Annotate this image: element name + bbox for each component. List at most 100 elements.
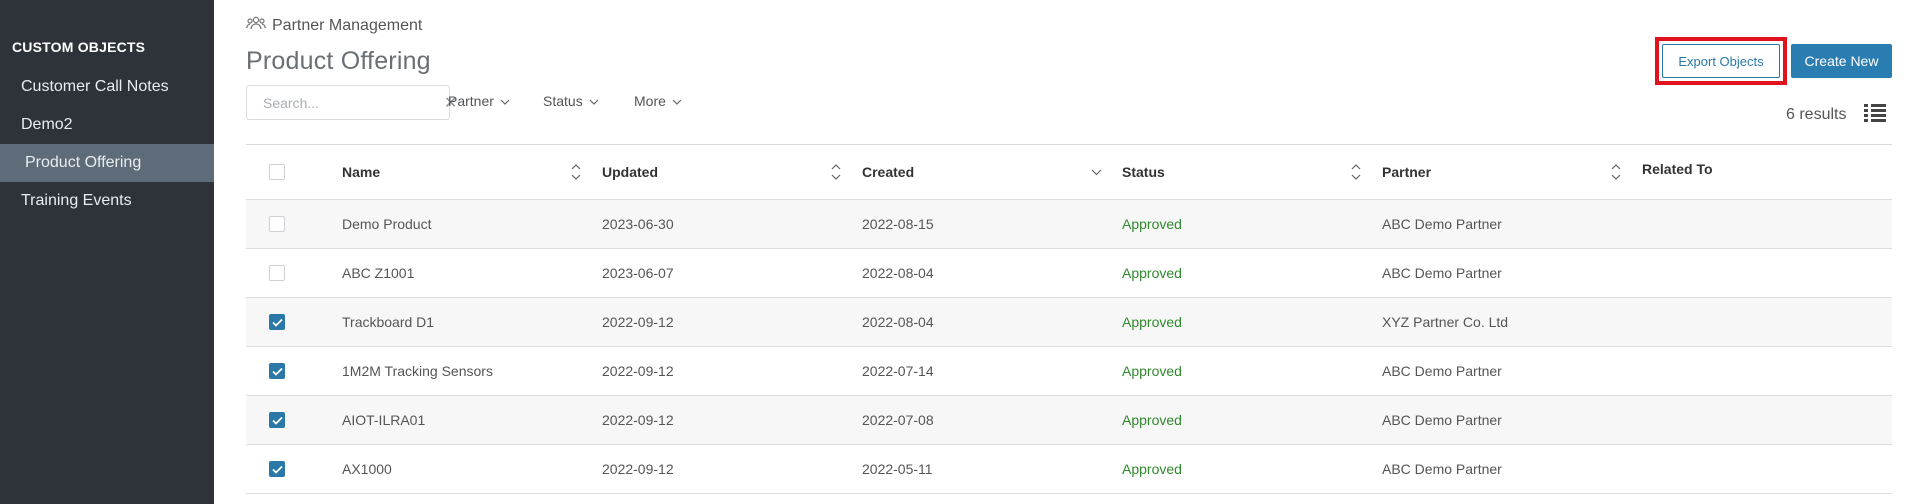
cell-name[interactable]: Demo Product xyxy=(342,200,602,248)
sort-icon[interactable] xyxy=(830,161,842,183)
sidebar-item-demo2[interactable]: Demo2 xyxy=(0,106,214,144)
users-icon xyxy=(246,15,266,36)
cell-updated: 2022-09-12 xyxy=(602,314,674,330)
sort-icon[interactable] xyxy=(1350,161,1362,183)
checkmark-icon xyxy=(271,465,283,474)
cell-updated: 2022-09-12 xyxy=(602,363,674,379)
filter-partner[interactable]: Partner xyxy=(448,93,510,109)
table-row[interactable]: AIOT-ILRA01 2022-09-12 2022-07-08 Approv… xyxy=(246,396,1892,445)
column-header-status[interactable]: Status xyxy=(1122,145,1382,199)
create-new-button[interactable]: Create New xyxy=(1791,44,1892,78)
cell-related-to xyxy=(1642,298,1892,346)
cell-related-to xyxy=(1642,249,1892,297)
row-checkbox-cell xyxy=(246,445,342,493)
table-row[interactable]: ABC Z1001 2023-06-07 2022-08-04 Approved… xyxy=(246,249,1892,298)
cell-status: Approved xyxy=(1122,363,1182,379)
row-checkbox-cell xyxy=(246,298,342,346)
row-checkbox[interactable] xyxy=(269,461,285,477)
main-content: Partner Management Product Offering Expo… xyxy=(214,0,1916,504)
column-header-label: Created xyxy=(862,164,915,180)
cell-created: 2022-07-08 xyxy=(862,412,934,428)
row-checkbox[interactable] xyxy=(269,265,285,281)
checkmark-icon xyxy=(271,367,283,376)
export-objects-button[interactable]: Export Objects xyxy=(1662,44,1780,78)
sort-icon[interactable] xyxy=(1610,161,1622,183)
cell-partner: XYZ Partner Co. Ltd xyxy=(1382,314,1509,330)
header-checkbox-cell xyxy=(246,145,342,199)
row-checkbox-cell xyxy=(246,249,342,297)
cell-name[interactable]: AX1000 xyxy=(342,445,602,493)
sort-icon[interactable] xyxy=(570,161,582,183)
table-header-row: Name Updated Created Status Partner Rela… xyxy=(246,145,1892,200)
sidebar-heading: CUSTOM OBJECTS xyxy=(12,39,146,55)
cell-updated: 2023-06-07 xyxy=(602,265,674,281)
page-title: Product Offering xyxy=(246,47,431,75)
cell-updated: 2022-09-12 xyxy=(602,461,674,477)
column-header-name[interactable]: Name xyxy=(342,145,602,199)
cell-partner: ABC Demo Partner xyxy=(1382,216,1502,232)
sidebar: CUSTOM OBJECTS Customer Call Notes Demo2… xyxy=(0,0,214,504)
cell-name[interactable]: 1M2M Tracking Sensors xyxy=(342,347,602,395)
row-checkbox[interactable] xyxy=(269,314,285,330)
cell-created: 2022-08-04 xyxy=(862,265,934,281)
column-header-label: Related To xyxy=(1642,161,1713,177)
cell-partner: ABC Demo Partner xyxy=(1382,412,1502,428)
sort-descending-icon[interactable] xyxy=(1091,168,1102,176)
column-header-related-to: Related To xyxy=(1642,145,1892,199)
row-checkbox-cell xyxy=(246,396,342,444)
cell-updated: 2023-06-30 xyxy=(602,216,674,232)
cell-status: Approved xyxy=(1122,265,1182,281)
column-header-label: Partner xyxy=(1382,164,1432,180)
search-box: ✕ xyxy=(246,85,457,120)
list-view-icon[interactable] xyxy=(1864,103,1886,123)
cell-created: 2022-08-15 xyxy=(862,216,934,232)
filter-more[interactable]: More xyxy=(634,93,682,109)
cell-partner: ABC Demo Partner xyxy=(1382,363,1502,379)
select-all-checkbox[interactable] xyxy=(269,164,285,180)
row-checkbox-cell xyxy=(246,347,342,395)
column-header-label: Updated xyxy=(602,164,658,180)
sidebar-item-product-offering[interactable]: Product Offering xyxy=(0,144,214,182)
breadcrumb-label: Partner Management xyxy=(272,16,423,34)
chevron-down-icon xyxy=(589,93,599,109)
checkmark-icon xyxy=(271,416,283,425)
cell-name[interactable]: ABC Z1001 xyxy=(342,249,602,297)
column-header-updated[interactable]: Updated xyxy=(602,145,862,199)
table-row[interactable]: AX1000 2022-09-12 2022-05-11 Approved AB… xyxy=(246,445,1892,494)
cell-created: 2022-08-04 xyxy=(862,314,934,330)
row-checkbox[interactable] xyxy=(269,412,285,428)
cell-created: 2022-05-11 xyxy=(862,461,933,477)
cell-partner: ABC Demo Partner xyxy=(1382,461,1502,477)
table-row[interactable]: Demo Product 2023-06-30 2022-08-15 Appro… xyxy=(246,200,1892,249)
results-count: 6 results xyxy=(1786,106,1847,123)
row-checkbox-cell xyxy=(246,200,342,248)
sidebar-item-customer-call-notes[interactable]: Customer Call Notes xyxy=(0,68,214,106)
chevron-down-icon xyxy=(500,93,510,109)
cell-status: Approved xyxy=(1122,216,1182,232)
column-header-label: Status xyxy=(1122,164,1165,180)
search-input[interactable] xyxy=(263,94,444,111)
cell-status: Approved xyxy=(1122,412,1182,428)
cell-related-to xyxy=(1642,445,1892,493)
filter-status[interactable]: Status xyxy=(543,93,599,109)
chevron-down-icon xyxy=(672,93,682,109)
cell-partner: ABC Demo Partner xyxy=(1382,265,1502,281)
cell-related-to xyxy=(1642,347,1892,395)
cell-related-to xyxy=(1642,396,1892,444)
table-row[interactable]: Trackboard D1 2022-09-12 2022-08-04 Appr… xyxy=(246,298,1892,347)
row-checkbox[interactable] xyxy=(269,363,285,379)
sidebar-item-training-events[interactable]: Training Events xyxy=(0,182,214,220)
cell-name[interactable]: AIOT-ILRA01 xyxy=(342,396,602,444)
cell-name[interactable]: Trackboard D1 xyxy=(342,298,602,346)
cell-status: Approved xyxy=(1122,461,1182,477)
breadcrumb[interactable]: Partner Management xyxy=(246,15,422,36)
column-header-created[interactable]: Created xyxy=(862,145,1122,199)
app: CUSTOM OBJECTS Customer Call Notes Demo2… xyxy=(0,0,1916,504)
table-row[interactable]: 1M2M Tracking Sensors 2022-09-12 2022-07… xyxy=(246,347,1892,396)
column-header-partner[interactable]: Partner xyxy=(1382,145,1642,199)
filter-label: Partner xyxy=(448,93,494,109)
cell-related-to xyxy=(1642,200,1892,248)
cell-created: 2022-07-14 xyxy=(862,363,934,379)
row-checkbox[interactable] xyxy=(269,216,285,232)
column-header-label: Name xyxy=(342,164,381,180)
